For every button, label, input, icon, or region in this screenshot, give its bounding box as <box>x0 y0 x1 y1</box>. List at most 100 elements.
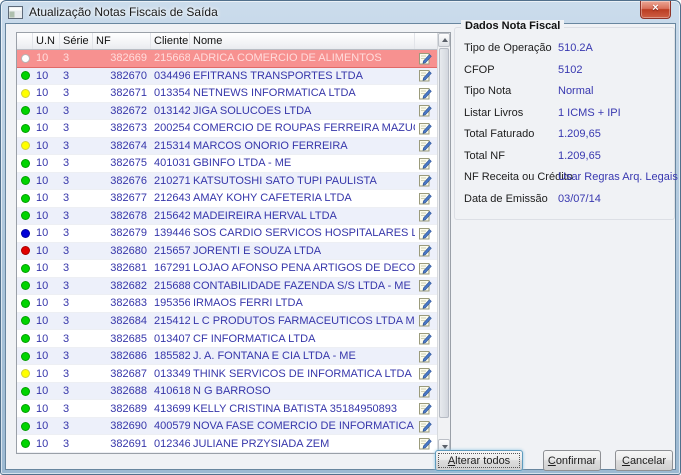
status-cell <box>17 228 33 238</box>
cell-nf: 382683 <box>110 297 147 310</box>
header-un[interactable]: U.N <box>33 33 60 49</box>
cell-cliente: 013349 <box>154 367 190 380</box>
header-serie[interactable]: Série <box>60 33 93 49</box>
cell-nf: 382674 <box>110 139 147 152</box>
edit-note-icon[interactable] <box>418 279 432 292</box>
field-total-nf: Total NF 1.209,65 <box>455 146 674 168</box>
edit-cell <box>415 87 435 100</box>
cell-nf: 382681 <box>110 262 147 275</box>
table-row[interactable]: 10 3 382683 195356 IRMAOS FERRI LTDA <box>17 295 437 313</box>
table-row[interactable]: 10 3 382676 210271 KATSUTOSHI SATO TUPI … <box>17 172 437 191</box>
cell-nf: 382687 <box>110 367 147 380</box>
edit-note-icon[interactable] <box>418 350 432 363</box>
nota-fiscal-panel: Dados Nota Fiscal Tipo de Operação 510.2… <box>454 20 678 220</box>
table-row[interactable]: 10 3 382678 215642 MADEIREIRA HERVAL LTD… <box>17 207 437 226</box>
edit-note-icon[interactable] <box>418 69 432 82</box>
table-row[interactable]: 10 3 382670 034496 EFITRANS TRANSPORTES … <box>17 67 437 86</box>
edit-note-icon[interactable] <box>418 87 432 100</box>
confirmar-button[interactable]: Confirmar <box>543 450 601 471</box>
edit-note-icon[interactable] <box>418 297 432 310</box>
cell-cliente: 139446 <box>154 227 190 240</box>
table-row[interactable]: 10 3 382674 215314 MARCOS ONORIO FERREIR… <box>17 137 437 156</box>
edit-note-icon[interactable] <box>418 209 432 222</box>
cell-nome: NETNEWS INFORMATICA LTDA <box>193 87 356 100</box>
table-row[interactable]: 10 3 382672 013142 JIGA SOLUCOES LTDA <box>17 102 437 121</box>
edit-note-icon[interactable] <box>418 122 432 135</box>
table-row[interactable]: 10 3 382675 401031 GBINFO LTDA - ME <box>17 155 437 173</box>
edit-note-icon[interactable] <box>418 262 432 275</box>
edit-note-icon[interactable] <box>418 139 432 152</box>
edit-note-icon[interactable] <box>418 332 432 345</box>
cell-nf: 382673 <box>110 122 147 135</box>
status-cell <box>17 439 33 449</box>
cell-cliente: 200254 <box>154 122 190 135</box>
table-row[interactable]: 10 3 382687 013349 THINK SERVICOS DE INF… <box>17 365 437 383</box>
table-row[interactable]: 10 3 382684 215412 L C PRODUTOS FARMACEU… <box>17 312 437 331</box>
cancelar-button[interactable]: Cancelar <box>615 450 673 471</box>
cell-serie: 3 <box>63 157 70 170</box>
cell-serie: 3 <box>63 227 70 240</box>
cell-serie: 3 <box>63 420 70 433</box>
edit-note-icon[interactable] <box>418 367 432 380</box>
edit-note-icon[interactable] <box>418 385 432 398</box>
table-row[interactable]: 10 3 382688 410618 N G BARROSO <box>17 382 437 401</box>
table-row[interactable]: 10 3 382669 215668 ADRICA COMERCIO DE AL… <box>17 50 437 68</box>
scrollbar-thumb[interactable] <box>439 48 449 418</box>
cell-cliente: 215668 <box>154 52 190 65</box>
table-row[interactable]: 10 3 382682 215688 CONTABILIDADE FAZENDA… <box>17 277 437 296</box>
cell-serie: 3 <box>63 122 70 135</box>
edit-note-icon[interactable] <box>418 244 432 257</box>
cell-nf: 382677 <box>110 192 147 205</box>
table-row[interactable]: 10 3 382691 012346 JULIANE PRZYSIADA ZEM <box>17 435 437 453</box>
table-row[interactable]: 10 3 382690 400579 NOVA FASE COMERCIO DE… <box>17 417 437 436</box>
alterar-todos-button[interactable]: Alterar todos <box>435 450 523 471</box>
edit-note-icon[interactable] <box>418 174 432 187</box>
vertical-scrollbar[interactable] <box>437 33 450 453</box>
edit-note-icon[interactable] <box>418 437 432 450</box>
header-nf[interactable]: NF <box>93 33 151 49</box>
status-dot-icon <box>20 386 30 396</box>
edit-note-icon[interactable] <box>418 104 432 117</box>
scroll-up-button[interactable] <box>438 33 450 47</box>
cell-cliente: 210271 <box>154 174 190 187</box>
cell-cliente: 400579 <box>154 420 190 433</box>
edit-note-icon[interactable] <box>418 157 432 170</box>
edit-cell <box>415 69 435 82</box>
edit-cell <box>415 367 435 380</box>
table-row[interactable]: 10 3 382681 167291 LOJAO AFONSO PENA ART… <box>17 260 437 278</box>
edit-cell <box>415 279 435 292</box>
edit-note-icon[interactable] <box>418 402 432 415</box>
table-row[interactable]: 10 3 382680 215657 JORENTI E SOUZA LTDA <box>17 242 437 261</box>
table-row[interactable]: 10 3 382679 139446 SOS CARDIO SERVICOS H… <box>17 225 437 243</box>
window-title: Atualização Notas Fiscais de Saída <box>29 5 218 19</box>
edit-note-icon[interactable] <box>418 227 432 240</box>
status-dot-icon <box>20 439 30 449</box>
cell-nf: 382688 <box>110 385 147 398</box>
cell-un: 10 <box>36 332 49 345</box>
edit-note-icon[interactable] <box>418 52 432 65</box>
table-row[interactable]: 10 3 382673 200254 COMERCIO DE ROUPAS FE… <box>17 120 437 138</box>
edit-note-icon[interactable] <box>418 314 432 327</box>
status-cell <box>17 123 33 133</box>
close-button[interactable]: × <box>640 1 671 19</box>
cell-un: 10 <box>36 52 49 65</box>
header-status[interactable] <box>17 33 33 49</box>
table-row[interactable]: 10 3 382689 413699 KELLY CRISTINA BATIST… <box>17 400 437 418</box>
cell-nf: 382676 <box>110 174 147 187</box>
table-row[interactable]: 10 3 382677 212643 AMAY KOHY CAFETERIA L… <box>17 190 437 208</box>
table-row[interactable]: 10 3 382686 185582 J. A. FONTANA E CIA L… <box>17 347 437 366</box>
table-row[interactable]: 10 3 382685 013407 CF INFORMATICA LTDA <box>17 330 437 348</box>
cell-un: 10 <box>36 367 49 380</box>
cell-serie: 3 <box>63 174 70 187</box>
cell-un: 10 <box>36 157 49 170</box>
field-value: 5102 <box>558 63 583 76</box>
edit-note-icon[interactable] <box>418 420 432 433</box>
table-row[interactable]: 10 3 382671 013354 NETNEWS INFORMATICA L… <box>17 85 437 103</box>
header-nome[interactable]: Nome <box>190 33 415 49</box>
field-total-faturado: Total Faturado 1.209,65 <box>455 124 674 146</box>
edit-note-icon[interactable] <box>418 192 432 205</box>
edit-cell <box>415 262 435 275</box>
header-cliente[interactable]: Cliente <box>151 33 190 49</box>
status-dot-icon <box>20 176 30 186</box>
cell-cliente: 215688 <box>154 279 190 292</box>
